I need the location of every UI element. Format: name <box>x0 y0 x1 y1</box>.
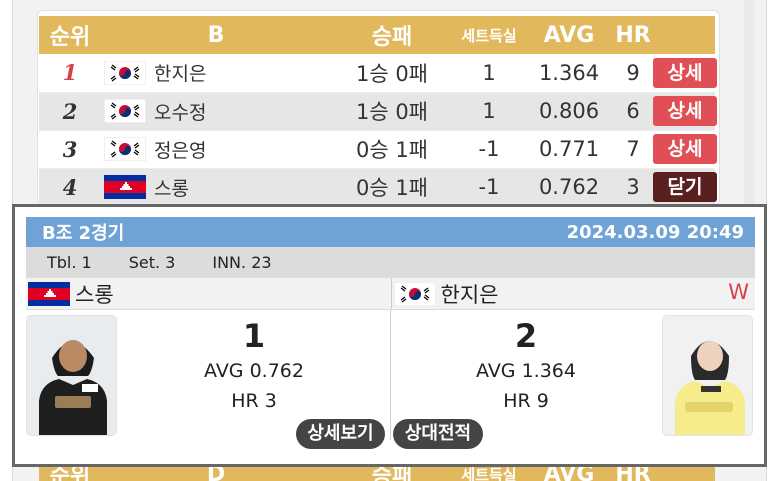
hr-cell: 7 <box>613 130 653 169</box>
player-cell: 스롱 <box>101 168 331 207</box>
left-player-header: 스롱 <box>26 278 391 309</box>
rank-cell: 2 <box>39 92 101 131</box>
action-cell: 상세 <box>653 92 717 131</box>
left-hr: HR 3 <box>231 390 277 412</box>
set-number: Set. 3 <box>128 253 176 272</box>
player-cell: 정은영 <box>101 130 331 169</box>
player-cell: 오수정 <box>101 92 331 131</box>
action-header <box>653 16 715 54</box>
avg-header: AVG <box>525 16 613 54</box>
sets-cell: -1 <box>453 168 525 207</box>
korea-flag-icon <box>104 61 146 85</box>
rank-header: 순위 <box>39 16 101 54</box>
detail-button[interactable]: 상세 <box>653 96 717 126</box>
sets-header: 세트득실 <box>453 16 525 54</box>
inning-number: INN. 23 <box>212 253 272 272</box>
left-player-name[interactable]: 스롱 <box>75 279 114 309</box>
right-player-photo <box>662 315 753 436</box>
table-header-row: 순위 B 승패 세트득실 AVG HR <box>39 16 715 54</box>
detail-view-button[interactable]: 상세보기 <box>296 419 385 449</box>
rank-cell: 1 <box>39 54 101 93</box>
head-to-head-button[interactable]: 상대전적 <box>393 419 483 449</box>
cambodia-flag-icon <box>104 175 146 199</box>
player-cell: 한지은 <box>101 54 331 93</box>
winner-badge: W <box>728 280 749 304</box>
player-name[interactable]: 오수정 <box>154 98 206 125</box>
winloss-cell: 1승 0패 <box>331 92 453 131</box>
right-player-header: 한지은 W <box>390 278 756 309</box>
group-name-header: B <box>101 16 331 54</box>
detail-button[interactable]: 상세 <box>653 134 717 164</box>
hr-header: HR <box>613 16 653 54</box>
sets-cell: -1 <box>453 130 525 169</box>
korea-flag-icon <box>394 282 436 306</box>
right-hr: HR 9 <box>503 390 549 412</box>
winloss-cell: 1승 0패 <box>331 54 453 93</box>
close-button[interactable]: 닫기 <box>653 172 717 202</box>
match-title: B조 2경기 <box>42 223 125 244</box>
table-row: 3 정은영 0승 1패 -1 0.771 7 상세 <box>39 130 717 169</box>
score-area: 1 AVG 0.762 HR 3 2 AVG 1.364 HR 9 <box>26 310 755 443</box>
action-cell: 닫기 <box>653 168 717 207</box>
sets-cell: 1 <box>453 54 525 93</box>
avg-cell: 0.762 <box>525 168 613 207</box>
player-name[interactable]: 한지은 <box>154 59 206 86</box>
left-player-photo <box>26 315 117 436</box>
right-player-stats: 2 AVG 1.364 HR 9 <box>426 316 626 416</box>
match-header: B조 2경기 2024.03.09 20:49 <box>26 217 755 247</box>
table-row: 2 오수정 1승 0패 1 0.806 6 상세 <box>39 92 717 131</box>
match-datetime: 2024.03.09 20:49 <box>566 221 744 243</box>
match-detail-panel: B조 2경기 2024.03.09 20:49 Tbl. 1 Set. 3 IN… <box>12 204 767 467</box>
avg-cell: 1.364 <box>525 54 613 93</box>
right-player-name[interactable]: 한지은 <box>441 279 499 309</box>
rank-cell: 3 <box>39 130 101 169</box>
korea-flag-icon <box>104 137 146 161</box>
detail-button[interactable]: 상세 <box>653 57 717 88</box>
table-row: 1 한지은 1승 0패 1 1.364 9 상세 <box>39 54 717 93</box>
rank-cell: 4 <box>39 168 101 207</box>
right-score: 2 <box>514 317 538 355</box>
avg-cell: 0.806 <box>525 92 613 131</box>
left-player-stats: 1 AVG 0.762 HR 3 <box>154 316 354 416</box>
left-avg: AVG 0.762 <box>204 360 304 382</box>
avg-cell: 0.771 <box>525 130 613 169</box>
cambodia-flag-icon <box>28 282 70 306</box>
hr-cell: 3 <box>613 168 653 207</box>
players-row: 스롱 한지은 W <box>26 278 755 310</box>
left-score: 1 <box>242 317 266 355</box>
player-name[interactable]: 정은영 <box>154 136 206 163</box>
match-info-bar: Tbl. 1 Set. 3 INN. 23 <box>26 247 755 278</box>
table-number: Tbl. 1 <box>47 253 92 272</box>
winloss-cell: 0승 1패 <box>331 130 453 169</box>
winloss-cell: 0승 1패 <box>331 168 453 207</box>
winloss-header: 승패 <box>331 16 453 54</box>
right-avg: AVG 1.364 <box>476 360 576 382</box>
player-name[interactable]: 스롱 <box>154 174 189 201</box>
standings-table-b: 순위 B 승패 세트득실 AVG HR 1 한지은 1승 0패 1 1.364 … <box>39 16 717 207</box>
action-cell: 상세 <box>653 130 717 169</box>
korea-flag-icon <box>104 99 146 123</box>
score-divider <box>390 310 391 440</box>
hr-cell: 6 <box>613 92 653 131</box>
table-row: 4 스롱 0승 1패 -1 0.762 3 닫기 <box>39 168 717 207</box>
sets-cell: 1 <box>453 92 525 131</box>
hr-cell: 9 <box>613 54 653 93</box>
scrollbar[interactable] <box>744 0 754 205</box>
action-cell: 상세 <box>653 54 717 93</box>
